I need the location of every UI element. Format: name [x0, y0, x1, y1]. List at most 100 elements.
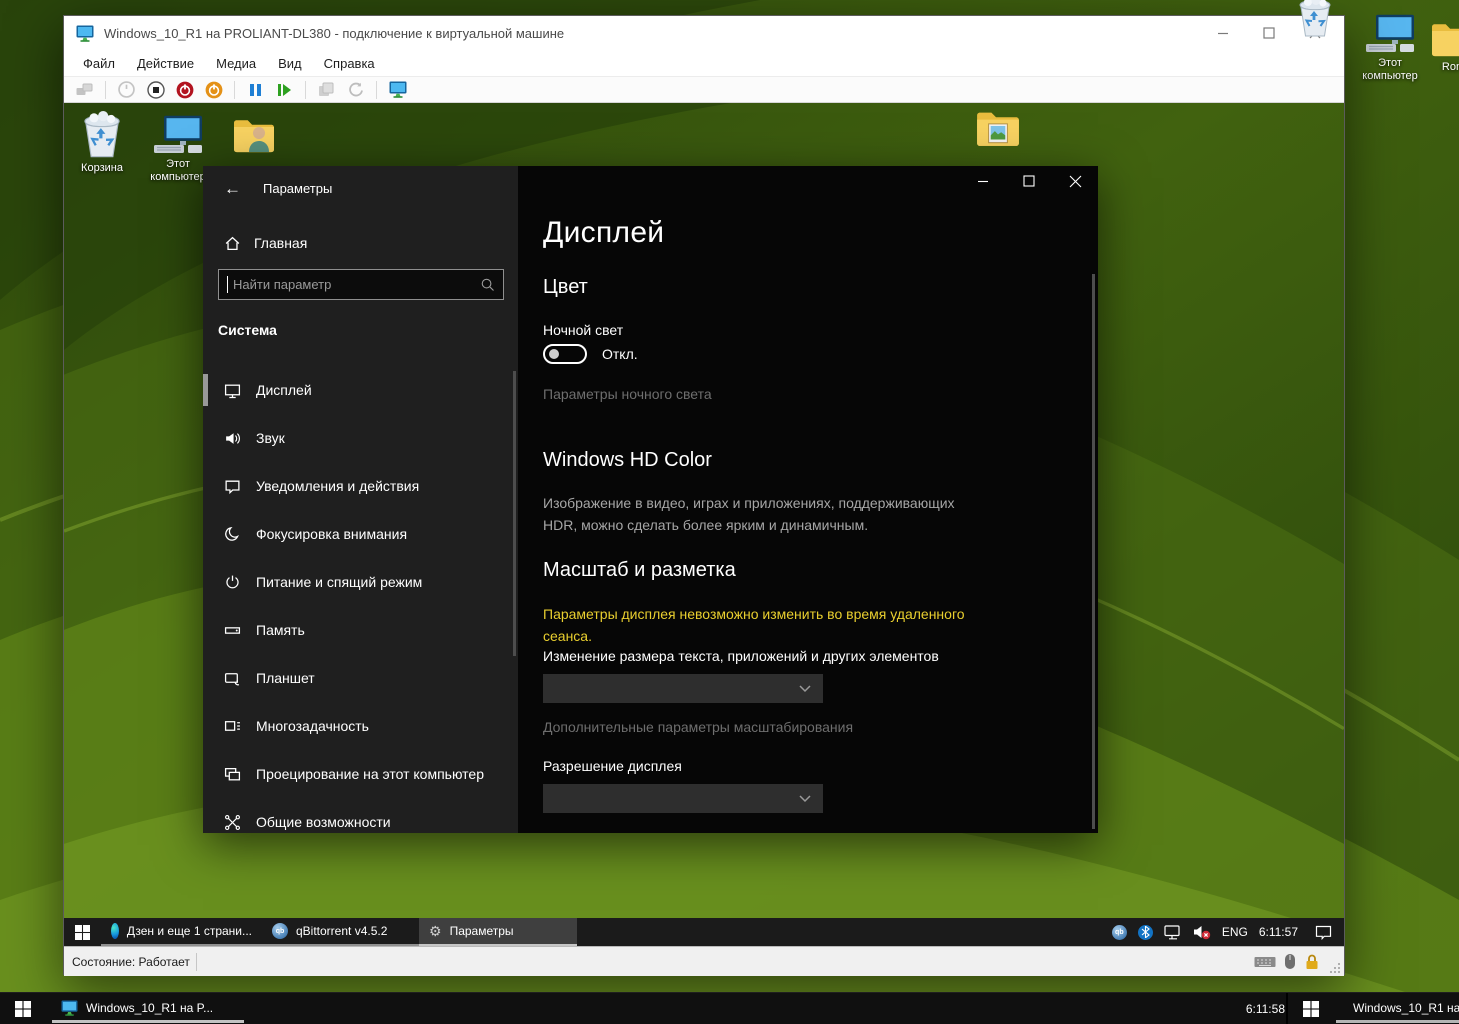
sidebar-item-storage[interactable]: Память [203, 606, 518, 654]
stop-vm-button[interactable] [144, 78, 167, 101]
resume-vm-button[interactable] [273, 78, 296, 101]
vm-start-button[interactable] [64, 918, 101, 946]
menu-view[interactable]: Вид [267, 53, 313, 74]
sidebar-item-label: Уведомления и действия [256, 478, 419, 494]
advanced-scaling-link[interactable]: Дополнительные параметры масштабирования [543, 719, 853, 735]
search-input[interactable] [227, 276, 480, 293]
vm-titlebar[interactable]: Windows_10_R1 на PROLIANT-DL380 - подклю… [64, 16, 1344, 50]
shared-experiences-icon [224, 814, 241, 831]
sidebar-item-label: Питание и спящий режим [256, 574, 422, 590]
multitasking-icon [224, 718, 241, 735]
host-task-vm-window-monitor2[interactable]: Windows_10_R1 на P. [1336, 995, 1459, 1023]
toolbar-separator [234, 81, 235, 99]
pictures-folder-icon [975, 105, 1021, 149]
settings-minimize-button[interactable] [960, 166, 1006, 196]
task-label: Windows_10_R1 на P. [1353, 1001, 1459, 1015]
vm-pictures-folder-icon[interactable] [960, 105, 1036, 149]
sidebar-item-multitasking[interactable]: Многозадачность [203, 702, 518, 750]
task-label: qBittorrent v4.5.2 [296, 924, 387, 938]
back-arrow-icon[interactable]: ← [224, 180, 241, 197]
vm-menubar: Файл Действие Медиа Вид Справка [64, 50, 1344, 76]
host-taskbar: Windows_10_R1 на P... 6:11:58 Windows_10… [0, 992, 1459, 1024]
search-icon [480, 277, 495, 292]
language-indicator[interactable]: ENG [1222, 925, 1248, 939]
taskbar-task-edge[interactable]: Дзен и еще 1 страни... [101, 918, 262, 946]
host-task-vm-window[interactable]: Windows_10_R1 на P... [52, 995, 244, 1023]
content-scrollbar[interactable] [1092, 274, 1095, 829]
volume-muted-icon[interactable] [1193, 924, 1211, 940]
host-start-button-monitor2[interactable] [1288, 993, 1334, 1024]
turn-off-vm-button[interactable] [202, 78, 225, 101]
page-title: Дисплей [543, 216, 664, 250]
sidebar-scrollbar[interactable] [513, 371, 516, 656]
enhanced-session-button[interactable] [386, 78, 409, 101]
vm-clock[interactable]: 6:11:57 [1259, 925, 1298, 939]
menu-action[interactable]: Действие [126, 53, 205, 74]
hdr-section-heading: Windows HD Color [543, 449, 712, 472]
resolution-dropdown[interactable] [543, 784, 823, 813]
start-vm-button[interactable] [115, 78, 138, 101]
settings-close-button[interactable] [1052, 166, 1098, 196]
menu-file[interactable]: Файл [72, 53, 126, 74]
hyperv-task-icon [61, 1000, 78, 1016]
night-light-toggle[interactable] [543, 344, 587, 364]
sidebar-item-focus-assist[interactable]: Фокусировка внимания [203, 510, 518, 558]
sidebar-item-power-sleep[interactable]: Питание и спящий режим [203, 558, 518, 606]
color-section-heading: Цвет [543, 276, 588, 299]
computer-icon [1364, 14, 1416, 54]
sidebar-item-label: Проецирование на этот компьютер [256, 766, 484, 782]
icon-label: Корзина [81, 162, 123, 175]
settings-content: Дисплей Цвет Ночной свет Откл. Параметры… [518, 166, 1098, 833]
resize-grip[interactable] [1330, 962, 1341, 973]
sidebar-item-tablet[interactable]: Планшет [203, 654, 518, 702]
scale-section-heading: Масштаб и разметка [543, 559, 736, 582]
vm-minimize-button[interactable] [1200, 19, 1246, 47]
sidebar-item-notifications[interactable]: Уведомления и действия [203, 462, 518, 510]
vm-user-folder-icon[interactable] [216, 113, 292, 155]
moon-icon [224, 526, 241, 543]
windows-start-icon [1303, 1001, 1319, 1017]
host-folder-icon[interactable]: Ron [1414, 18, 1459, 74]
menu-help[interactable]: Справка [313, 53, 386, 74]
settings-app-title: Параметры [263, 181, 332, 196]
host-clock[interactable]: 6:11:58 [1233, 993, 1285, 1024]
maximize-icon [1264, 28, 1274, 38]
recycle-bin-icon [80, 111, 124, 159]
host-start-button[interactable] [0, 993, 46, 1024]
sound-icon [224, 430, 241, 447]
vm-status-text: Состояние: Работает [64, 955, 190, 969]
sidebar-item-sound[interactable]: Звук [203, 414, 518, 462]
action-center-icon[interactable] [1315, 925, 1332, 940]
qbittorrent-icon: qb [272, 923, 288, 939]
taskbar-task-settings[interactable]: ⚙ Параметры [419, 918, 577, 946]
settings-gear-icon: ⚙ [429, 923, 442, 940]
taskbar-task-qbittorrent[interactable]: qb qBittorrent v4.5.2 [262, 918, 419, 946]
computer-icon [152, 115, 204, 155]
vm-recycle-bin-icon[interactable]: Корзина [64, 111, 140, 175]
night-light-settings-link[interactable]: Параметры ночного света [543, 386, 712, 402]
toolbar-separator [105, 81, 106, 99]
scale-dropdown[interactable] [543, 674, 823, 703]
qbittorrent-tray-icon[interactable]: qb [1112, 925, 1127, 940]
sidebar-item-display[interactable]: Дисплей [203, 366, 518, 414]
shutdown-vm-button[interactable] [173, 78, 196, 101]
settings-search-box[interactable] [218, 269, 504, 300]
host-recycle-bin-icon[interactable] [1277, 0, 1353, 38]
sidebar-item-shared-experiences[interactable]: Общие возможности [203, 798, 518, 833]
sidebar-item-home[interactable]: Главная [203, 224, 518, 262]
ctrl-alt-del-button[interactable] [73, 78, 96, 101]
network-icon[interactable] [1164, 925, 1182, 940]
vm-connection-window: Windows_10_R1 на PROLIANT-DL380 - подклю… [63, 15, 1345, 975]
vm-window-title: Windows_10_R1 на PROLIANT-DL380 - подклю… [104, 26, 564, 41]
pause-vm-button[interactable] [244, 78, 267, 101]
sidebar-item-projecting[interactable]: Проецирование на этот компьютер [203, 750, 518, 798]
sidebar-home-label: Главная [254, 235, 307, 251]
revert-button[interactable] [344, 78, 367, 101]
settings-maximize-button[interactable] [1006, 166, 1052, 196]
task-label: Дзен и еще 1 страни... [127, 924, 252, 938]
menu-media[interactable]: Медиа [205, 53, 267, 74]
windows-start-icon [75, 925, 90, 940]
checkpoint-button[interactable] [315, 78, 338, 101]
sidebar-item-label: Дисплей [256, 382, 312, 398]
bluetooth-icon[interactable] [1138, 925, 1153, 940]
